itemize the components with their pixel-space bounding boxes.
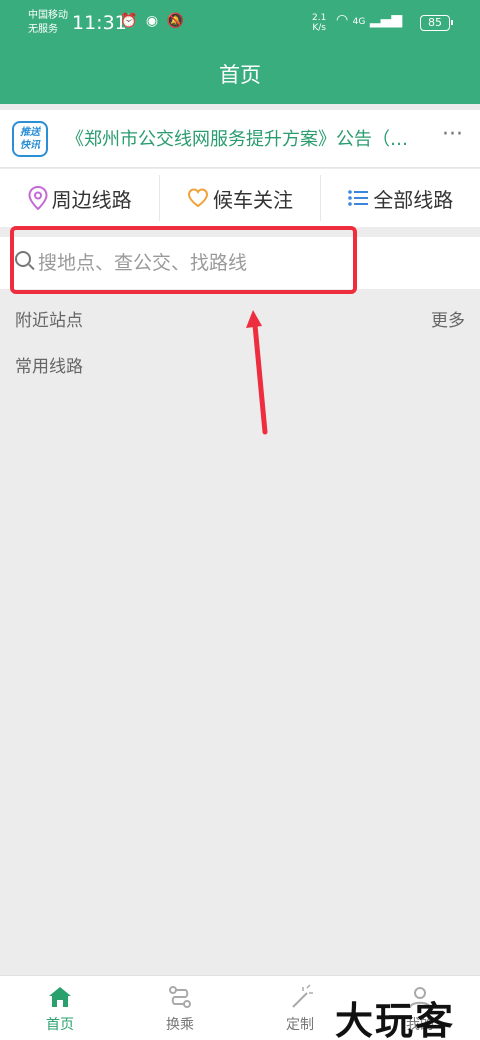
quick-nav-waiting-follow[interactable]: 候车关注	[159, 175, 319, 221]
location-icon: ◉	[145, 13, 161, 29]
nearby-stops-label: 附近站点	[15, 311, 83, 331]
tab-label: 换乘	[166, 1017, 194, 1033]
status-time: 11:31	[72, 12, 127, 34]
transfer-icon	[169, 986, 191, 1008]
net-speed: 2.1 K/s	[312, 13, 326, 33]
tab-profile[interactable]: 我的	[360, 976, 480, 1040]
quick-nav: 周边线路 候车关注 全部线路	[0, 169, 480, 227]
signal-icons: ◠ 4G ▂▄▆	[336, 12, 402, 28]
nearby-stops-section: 附近站点 更多	[0, 294, 480, 338]
quick-nav-label: 全部线路	[373, 187, 454, 212]
tab-transfer[interactable]: 换乘	[120, 976, 240, 1040]
wifi-icon: ◠	[336, 12, 349, 28]
magic-wand-icon	[292, 984, 313, 1008]
tab-home[interactable]: 首页	[0, 976, 120, 1040]
list-icon	[348, 190, 369, 206]
tab-bar: 首页 换乘 定制 我的	[0, 975, 480, 1040]
tab-label: 定制	[286, 1017, 314, 1033]
quick-nav-label: 周边线路	[51, 187, 132, 212]
battery-icon: 85	[420, 15, 453, 31]
notice-text[interactable]: 《郑州市公交线网服务提升方案》公告（…	[66, 125, 430, 151]
net-speed-unit: K/s	[312, 23, 326, 33]
logo-line2: 快讯	[20, 140, 40, 151]
more-options-icon[interactable]: ···	[442, 122, 463, 147]
tab-label: 我的	[406, 1017, 434, 1033]
home-icon	[49, 987, 71, 1007]
carrier-name: 中国移动	[28, 10, 68, 21]
quick-nav-all-routes[interactable]: 全部线路	[319, 175, 480, 221]
network-type: 4G	[352, 17, 366, 27]
service-status: 无服务	[28, 24, 58, 35]
status-bar: 中国移动 无服务 11:31 ⏰ ◉ 🔕 2.1 K/s ◠ 4G ▂▄▆ 85	[0, 0, 480, 44]
alarm-icon: ⏰	[120, 13, 140, 29]
mute-icon: 🔕	[166, 13, 186, 29]
carrier-info: 中国移动 无服务	[28, 9, 68, 37]
common-routes-label: 常用线路	[15, 357, 83, 377]
quick-nav-nearby-routes[interactable]: 周边线路	[0, 169, 159, 227]
common-routes-section: 常用线路	[0, 340, 480, 384]
search-bar[interactable]	[0, 237, 480, 289]
more-link[interactable]: 更多	[431, 306, 465, 331]
search-input[interactable]	[38, 245, 348, 281]
search-icon	[15, 251, 31, 267]
page-title: 首页	[219, 63, 261, 87]
net-speed-value: 2.1	[312, 13, 327, 23]
status-icons: ⏰ ◉ 🔕	[120, 13, 186, 29]
logo-line1: 推送	[20, 127, 40, 138]
title-bar: 首页	[0, 44, 480, 104]
tab-custom[interactable]: 定制	[240, 976, 360, 1040]
news-logo-icon: 推送 快讯	[12, 121, 48, 157]
heart-icon	[187, 188, 208, 208]
quick-nav-label: 候车关注	[212, 187, 293, 212]
notice-banner[interactable]: 推送 快讯 《郑州市公交线网服务提升方案》公告（… ···	[0, 110, 480, 168]
signal-icon: ▂▄▆	[369, 12, 403, 28]
location-pin-icon	[28, 186, 48, 210]
tab-label: 首页	[46, 1017, 74, 1033]
profile-icon	[409, 987, 431, 1009]
